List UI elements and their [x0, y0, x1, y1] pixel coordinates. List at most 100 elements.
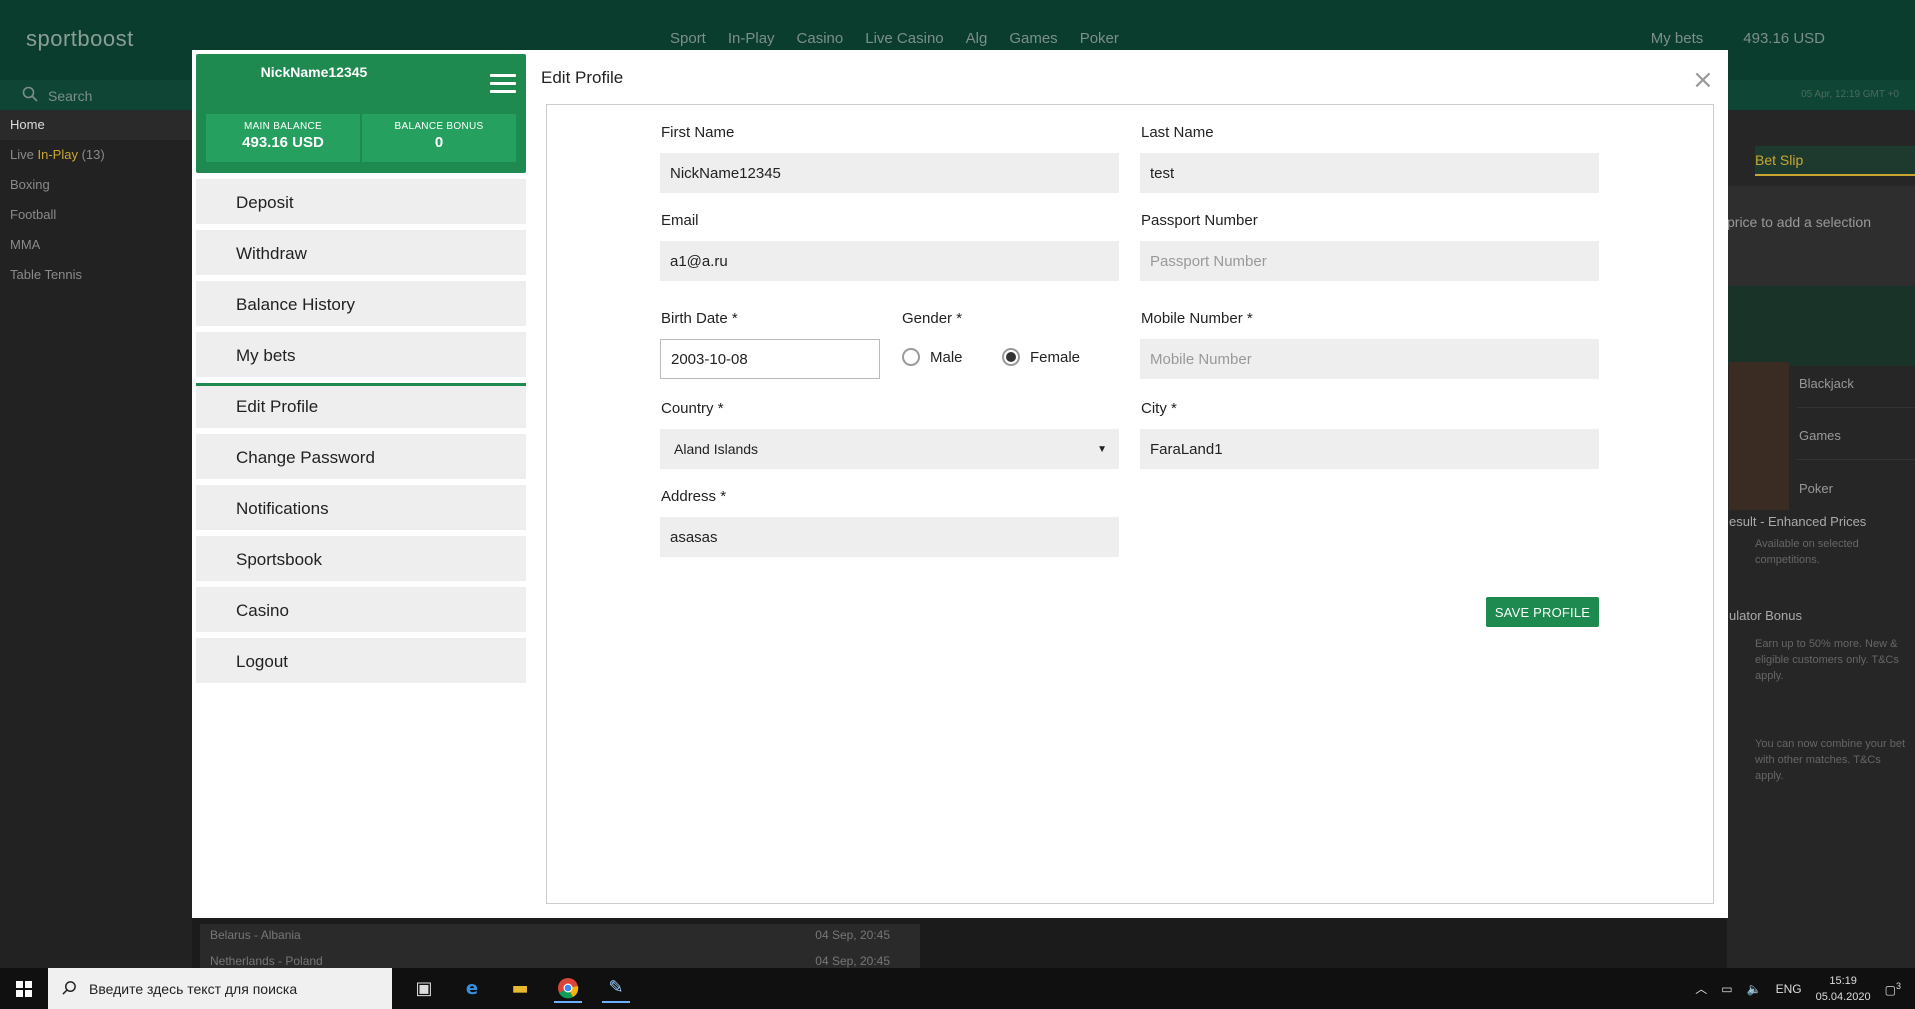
- header-balance: 493.16 USD: [1743, 30, 1825, 47]
- menu-item-withdraw[interactable]: Withdraw: [196, 230, 526, 275]
- country-select[interactable]: Aland Islands ▼: [660, 429, 1119, 469]
- network-icon[interactable]: ▭: [1721, 982, 1732, 996]
- mobile-label: Mobile Number *: [1141, 310, 1253, 327]
- header-account: My bets 493.16 USD: [1651, 30, 1825, 47]
- last-name-label: Last Name: [1141, 124, 1214, 141]
- balance-panel: MAIN BALANCE 493.16 USD BALANCE BONUS 0: [206, 114, 516, 162]
- city-label: City *: [1141, 400, 1177, 417]
- account-menu: Deposit Withdraw Balance History My bets…: [196, 179, 526, 689]
- notifications-icon[interactable]: ▢3: [1885, 981, 1901, 997]
- account-summary: NickName12345 MAIN BALANCE 493.16 USD BA…: [196, 54, 526, 173]
- menu-item-my-bets[interactable]: My bets: [196, 332, 526, 377]
- promo-text-3: You can now combine your bet with other …: [1755, 738, 1906, 782]
- passport-label: Passport Number: [1141, 212, 1258, 229]
- account-nickname: NickName12345: [260, 64, 368, 80]
- sidebar-live-label: Live: [10, 147, 34, 162]
- modal-title: Edit Profile: [541, 68, 624, 87]
- language-indicator[interactable]: ENG: [1776, 982, 1802, 996]
- address-field[interactable]: [660, 517, 1119, 557]
- bet-slip-tab[interactable]: Bet Slip: [1755, 152, 1803, 168]
- passport-field[interactable]: [1140, 241, 1599, 281]
- bonus-balance-label: BALANCE BONUS: [394, 121, 484, 132]
- paint-app-icon[interactable]: ✎: [602, 975, 630, 1003]
- menu-item-deposit[interactable]: Deposit: [196, 179, 526, 224]
- header-datetime: 05 Apr, 12:19 GMT +0: [1801, 89, 1899, 100]
- sidebar-item-home[interactable]: Home: [0, 110, 192, 140]
- first-name-field[interactable]: [660, 153, 1119, 193]
- main-balance-value: 493.16 USD: [242, 134, 324, 151]
- menu-item-casino[interactable]: Casino: [196, 587, 526, 632]
- chevron-down-icon: ▼: [1097, 443, 1107, 455]
- promo-text-1: Available on selected competitions.: [1755, 538, 1859, 566]
- nav-live-casino[interactable]: Live Casino: [865, 30, 943, 47]
- speaker-icon[interactable]: 🔈: [1747, 982, 1762, 996]
- clock-date: 05.04.2020: [1815, 990, 1871, 1003]
- sidebar-live-count: (13): [81, 147, 105, 162]
- sidebar-in-play-label: In-Play: [37, 147, 78, 162]
- casino-item-poker[interactable]: Poker: [1797, 464, 1915, 512]
- radio-checked-icon: [1002, 348, 1020, 366]
- match-name: Netherlands - Poland: [210, 954, 323, 968]
- last-name-field[interactable]: [1140, 153, 1599, 193]
- taskbar-clock[interactable]: 15:19 05.04.2020: [1816, 973, 1871, 1005]
- bonus-balance: BALANCE BONUS 0: [362, 114, 516, 162]
- top-navigation: Sport In-Play Casino Live Casino Alg Gam…: [670, 30, 1119, 47]
- match-time: 04 Sep, 20:45: [815, 954, 890, 968]
- close-icon[interactable]: ×: [1692, 67, 1714, 93]
- nav-casino[interactable]: Casino: [797, 30, 844, 47]
- taskbar-search[interactable]: Введите здесь текст для поиска: [48, 968, 392, 1009]
- bet-slip-hint: price to add a selection: [1727, 214, 1871, 230]
- city-field[interactable]: [1140, 429, 1599, 469]
- windows-start-icon[interactable]: [0, 968, 48, 1009]
- notification-count: 3: [1895, 980, 1901, 991]
- taskbar-apps: ▣ e ▬ ✎: [410, 975, 630, 1003]
- casino-poker-label: Poker: [1799, 480, 1833, 496]
- menu-item-edit-profile[interactable]: Edit Profile: [196, 383, 526, 428]
- edge-browser-icon[interactable]: e: [458, 975, 486, 1003]
- mobile-field[interactable]: [1140, 339, 1599, 379]
- promo-title-1: esult - Enhanced Prices: [1729, 514, 1867, 529]
- menu-item-logout[interactable]: Logout: [196, 638, 526, 683]
- sport-sidebar: Home Live In-Play (13) Boxing Football M…: [0, 110, 192, 980]
- site-search[interactable]: Search: [22, 86, 92, 105]
- save-profile-button[interactable]: SAVE PROFILE: [1486, 597, 1599, 627]
- birth-date-label: Birth Date *: [661, 310, 738, 327]
- sidebar-item-table-tennis[interactable]: Table Tennis: [0, 260, 192, 290]
- sidebar-item-live[interactable]: Live In-Play (13): [0, 140, 192, 170]
- nav-games[interactable]: Games: [1009, 30, 1057, 47]
- bet-slip-panel: Bet Slip price to add a selection Blackj…: [1727, 110, 1915, 980]
- sidebar-item-boxing[interactable]: Boxing: [0, 170, 192, 200]
- gender-female-radio[interactable]: Female: [1002, 348, 1080, 366]
- address-label: Address *: [661, 488, 727, 505]
- casino-item-blackjack[interactable]: Blackjack: [1797, 360, 1915, 408]
- nav-poker[interactable]: Poker: [1080, 30, 1119, 47]
- my-bets-link[interactable]: My bets: [1651, 30, 1704, 47]
- match-row[interactable]: Belarus - Albania 04 Sep, 20:45: [200, 924, 920, 950]
- task-view-icon[interactable]: ▣: [410, 975, 438, 1003]
- casino-item-games[interactable]: Games: [1797, 412, 1915, 460]
- nav-sport[interactable]: Sport: [670, 30, 706, 47]
- clock-time: 15:19: [1829, 974, 1857, 987]
- gender-female-label: Female: [1030, 348, 1081, 366]
- casino-blackjack-label: Blackjack: [1799, 376, 1854, 391]
- file-explorer-icon[interactable]: ▬: [506, 975, 534, 1003]
- match-time: 04 Sep, 20:45: [815, 928, 890, 942]
- chevron-up-icon[interactable]: ︿: [1695, 980, 1707, 997]
- bonus-balance-value: 0: [434, 134, 444, 151]
- menu-item-sportsbook[interactable]: Sportsbook: [196, 536, 526, 581]
- nav-in-play[interactable]: In-Play: [728, 30, 775, 47]
- promo-title-2: ulator Bonus: [1729, 608, 1802, 623]
- birth-date-field[interactable]: [660, 339, 880, 379]
- menu-item-change-password[interactable]: Change Password: [196, 434, 526, 479]
- sidebar-item-mma[interactable]: MMA: [0, 230, 192, 260]
- menu-item-balance-history[interactable]: Balance History: [196, 281, 526, 326]
- menu-item-notifications[interactable]: Notifications: [196, 485, 526, 530]
- site-logo[interactable]: sportboost: [26, 26, 134, 52]
- nav-alg[interactable]: Alg: [966, 30, 988, 47]
- chrome-icon[interactable]: [554, 975, 582, 1003]
- sidebar-item-football[interactable]: Football: [0, 200, 192, 230]
- menu-icon[interactable]: [490, 74, 516, 94]
- gender-male-radio[interactable]: Male: [902, 348, 963, 366]
- gender-male-label: Male: [930, 348, 963, 366]
- email-field[interactable]: [660, 241, 1119, 281]
